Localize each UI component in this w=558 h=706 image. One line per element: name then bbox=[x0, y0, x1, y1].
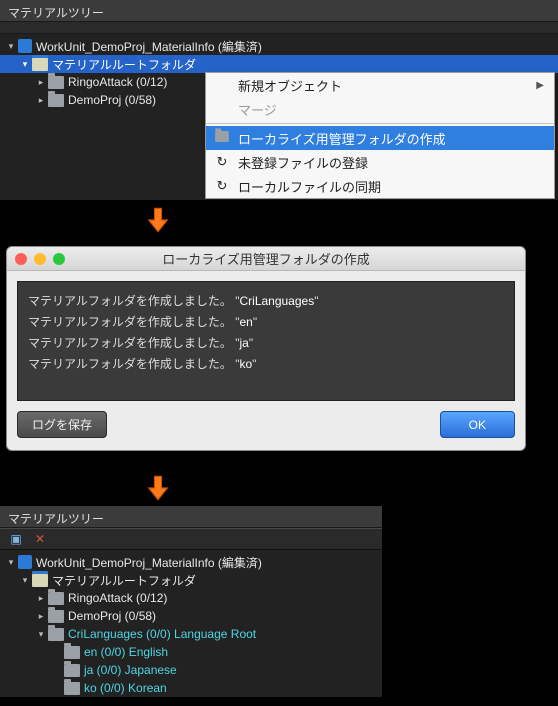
tree-row[interactable]: ▸ RingoAttack (0/12) bbox=[0, 589, 382, 607]
log-line: マテリアルフォルダを作成しました。 "en" bbox=[28, 313, 504, 330]
folder-icon bbox=[48, 76, 64, 89]
chevron-right-icon: ▶ bbox=[536, 80, 544, 91]
tree-row-workunit[interactable]: ▾ WorkUnit_DemoProj_MaterialInfo (編集済) bbox=[0, 553, 382, 571]
chevron-down-icon[interactable]: ▾ bbox=[20, 575, 30, 585]
spacer bbox=[52, 683, 62, 693]
ctx-sync-local[interactable]: ↻ ローカルファイルの同期 bbox=[206, 174, 554, 198]
folder-icon bbox=[64, 682, 80, 695]
panel-toolbar: ▣ ✕ bbox=[0, 528, 382, 550]
arrow-down-icon bbox=[144, 206, 172, 234]
dialog-titlebar: ローカライズ用管理フォルダの作成 bbox=[7, 247, 525, 271]
panel-title: マテリアルツリー bbox=[0, 0, 558, 22]
ctx-label: 未登録ファイルの登録 bbox=[238, 153, 368, 172]
window-controls bbox=[15, 253, 65, 265]
chevron-down-icon[interactable]: ▾ bbox=[20, 59, 30, 69]
minimize-icon[interactable] bbox=[34, 253, 46, 265]
tree-area: ▾ WorkUnit_DemoProj_MaterialInfo (編集済) ▾… bbox=[0, 550, 382, 697]
tree-item-label: ko (0/0) Korean bbox=[84, 681, 167, 695]
separator bbox=[206, 123, 554, 124]
chevron-down-icon[interactable]: ▾ bbox=[6, 557, 16, 567]
tree-item-label: DemoProj (0/58) bbox=[68, 609, 156, 623]
tree-row-lang-ja[interactable]: ja (0/0) Japanese bbox=[0, 661, 382, 679]
tree-row-root-folder[interactable]: ▾ マテリアルルートフォルダ bbox=[0, 571, 382, 589]
create-locale-folder-dialog: ローカライズ用管理フォルダの作成 マテリアルフォルダを作成しました。 "CriL… bbox=[6, 246, 526, 451]
tree-row[interactable]: ▸ DemoProj (0/58) bbox=[0, 607, 382, 625]
ctx-label: ローカライズ用管理フォルダの作成 bbox=[238, 129, 446, 148]
chevron-right-icon[interactable]: ▸ bbox=[36, 77, 46, 87]
arrow-down-icon bbox=[144, 474, 172, 502]
dialog-footer: ログを保存 OK bbox=[7, 411, 525, 450]
dialog-title: ローカライズ用管理フォルダの作成 bbox=[162, 249, 370, 268]
workunit-label: WorkUnit_DemoProj_MaterialInfo (編集済) bbox=[36, 38, 262, 55]
ctx-label: マージ bbox=[238, 100, 277, 119]
save-log-button[interactable]: ログを保存 bbox=[17, 411, 107, 438]
folder-icon bbox=[48, 610, 64, 623]
workunit-label: WorkUnit_DemoProj_MaterialInfo (編集済) bbox=[36, 554, 262, 571]
tree-item-label: RingoAttack (0/12) bbox=[68, 591, 167, 605]
tree-item-label: DemoProj (0/58) bbox=[68, 93, 156, 107]
folder-icon bbox=[64, 664, 80, 677]
refresh-icon: ↻ bbox=[214, 154, 230, 170]
ctx-label: ローカルファイルの同期 bbox=[238, 177, 381, 196]
folder-icon bbox=[48, 94, 64, 107]
log-line: マテリアルフォルダを作成しました。 "ko" bbox=[28, 355, 504, 372]
material-tree-panel-before: マテリアルツリー ▾ WorkUnit_DemoProj_MaterialInf… bbox=[0, 0, 558, 200]
chevron-right-icon[interactable]: ▸ bbox=[36, 611, 46, 621]
folder-open-icon bbox=[32, 58, 48, 71]
material-tree-panel-after: マテリアルツリー ▣ ✕ ▾ WorkUnit_DemoProj_Materia… bbox=[0, 506, 382, 697]
folder-open-icon bbox=[32, 574, 48, 587]
panel-toolbar bbox=[0, 22, 558, 34]
log-line: マテリアルフォルダを作成しました。 "CriLanguages" bbox=[28, 292, 504, 309]
spacer bbox=[52, 647, 62, 657]
folder-icon bbox=[64, 646, 80, 659]
zoom-icon[interactable] bbox=[53, 253, 65, 265]
root-folder-label: マテリアルルートフォルダ bbox=[52, 56, 196, 73]
log-line: マテリアルフォルダを作成しました。 "ja" bbox=[28, 334, 504, 351]
ctx-new-object[interactable]: 新規オブジェクト ▶ bbox=[206, 73, 554, 97]
tree-row-lang-ko[interactable]: ko (0/0) Korean bbox=[0, 679, 382, 697]
tree-row-cri-languages[interactable]: ▾ CriLanguages (0/0) Language Root bbox=[0, 625, 382, 643]
ctx-create-locale-folder[interactable]: ローカライズ用管理フォルダの作成 bbox=[206, 126, 554, 150]
folder-icon bbox=[214, 130, 230, 146]
chevron-right-icon[interactable]: ▸ bbox=[36, 593, 46, 603]
spacer bbox=[52, 665, 62, 675]
chevron-down-icon[interactable]: ▾ bbox=[6, 41, 16, 51]
folder-icon bbox=[48, 592, 64, 605]
panel-title: マテリアルツリー bbox=[0, 506, 382, 528]
ctx-register-files[interactable]: ↻ 未登録ファイルの登録 bbox=[206, 150, 554, 174]
ctx-merge: マージ bbox=[206, 97, 554, 121]
tree-row-lang-en[interactable]: en (0/0) English bbox=[0, 643, 382, 661]
folder-icon bbox=[48, 628, 64, 641]
workunit-icon bbox=[18, 555, 32, 569]
chevron-down-icon[interactable]: ▾ bbox=[36, 629, 46, 639]
refresh-icon: ↻ bbox=[214, 178, 230, 194]
tree-item-label: CriLanguages (0/0) Language Root bbox=[68, 627, 256, 641]
tree-item-label: en (0/0) English bbox=[84, 645, 168, 659]
workunit-icon bbox=[18, 39, 32, 53]
chevron-right-icon[interactable]: ▸ bbox=[36, 95, 46, 105]
dialog-log: マテリアルフォルダを作成しました。 "CriLanguages" マテリアルフォ… bbox=[17, 281, 515, 401]
root-folder-label: マテリアルルートフォルダ bbox=[52, 572, 196, 589]
close-icon[interactable] bbox=[15, 253, 27, 265]
add-icon[interactable]: ▣ bbox=[8, 531, 24, 547]
context-menu: 新規オブジェクト ▶ マージ ローカライズ用管理フォルダの作成 ↻ 未登録ファイ… bbox=[205, 72, 555, 199]
tree-row-root-folder[interactable]: ▾ マテリアルルートフォルダ bbox=[0, 55, 558, 73]
tree-item-label: ja (0/0) Japanese bbox=[84, 663, 177, 677]
tree-item-label: RingoAttack (0/12) bbox=[68, 75, 167, 89]
ok-button[interactable]: OK bbox=[440, 411, 515, 438]
ctx-label: 新規オブジェクト bbox=[238, 76, 342, 95]
delete-icon[interactable]: ✕ bbox=[32, 531, 48, 547]
tree-row-workunit[interactable]: ▾ WorkUnit_DemoProj_MaterialInfo (編集済) bbox=[0, 37, 558, 55]
tree-area: ▾ WorkUnit_DemoProj_MaterialInfo (編集済) ▾… bbox=[0, 34, 558, 200]
